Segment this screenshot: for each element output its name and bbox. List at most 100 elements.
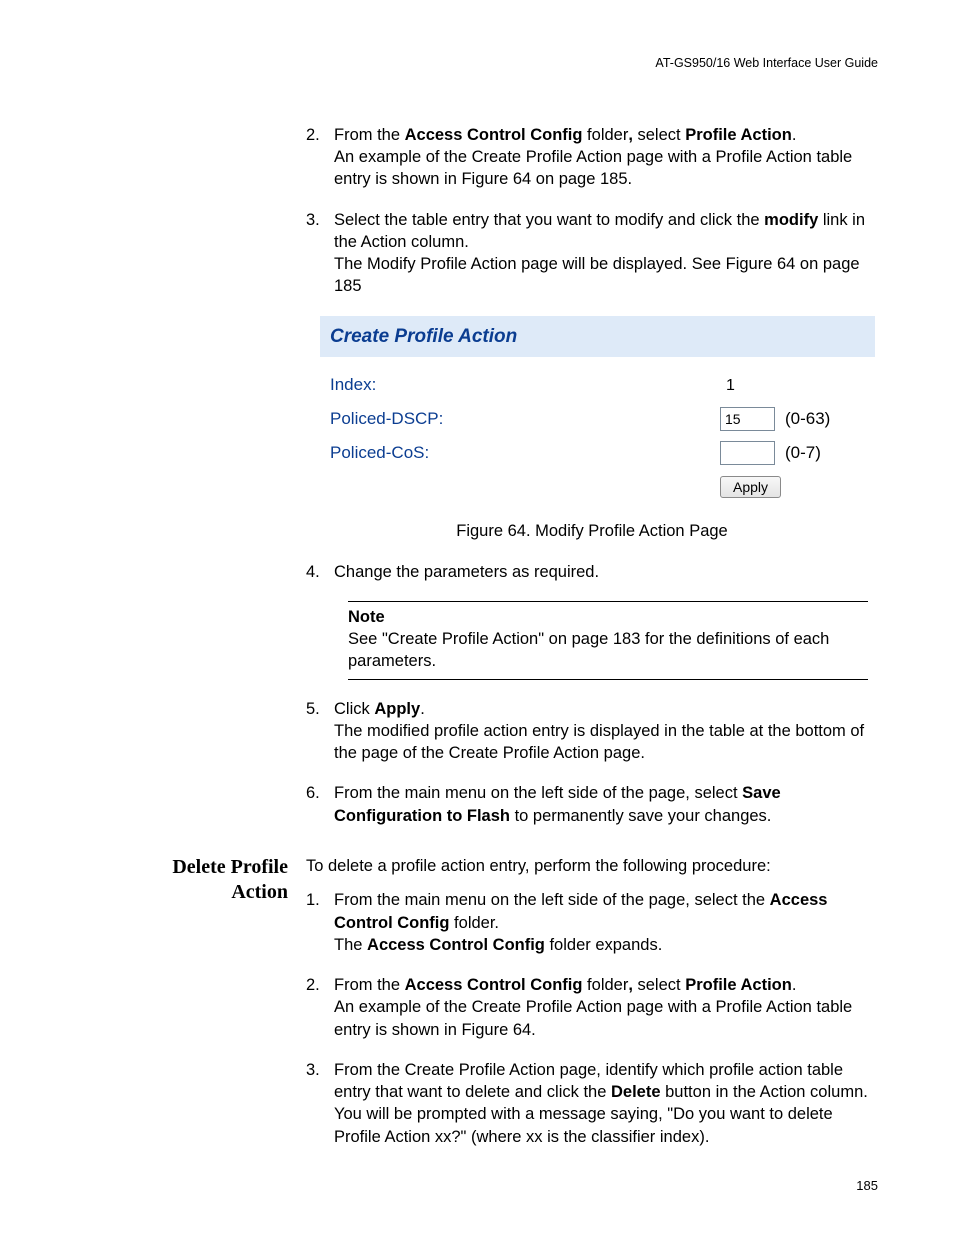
page: AT-GS950/16 Web Interface User Guide 2. … — [0, 0, 954, 1235]
panel-button-row: Apply — [320, 470, 875, 502]
step-4: 4. Change the parameters as required. — [306, 561, 878, 583]
text: . — [792, 976, 797, 994]
label-index: Index: — [330, 374, 630, 397]
note-block: Note See "Create Profile Action" on page… — [348, 601, 868, 680]
text: The — [334, 936, 367, 954]
text: . — [792, 126, 797, 144]
text: Select the table entry that you want to … — [334, 211, 764, 229]
bold: Profile Action — [685, 126, 792, 144]
bold: Apply — [374, 700, 420, 718]
step-body: From the Access Control Config folder, s… — [334, 124, 878, 191]
step-followup: The Access Control Config folder expands… — [334, 934, 878, 956]
bold: Access Control Config — [405, 126, 583, 144]
heading-line1: Delete Profile — [172, 856, 288, 878]
value-area-dscp: (0-63) — [630, 407, 865, 431]
value-area-cos: (0-7) — [630, 441, 865, 465]
text: folder expands. — [545, 936, 662, 954]
side-column — [76, 124, 306, 845]
figure-caption: Figure 64. Modify Profile Action Page — [306, 520, 878, 542]
text: select — [638, 976, 686, 994]
step-number: 2. — [306, 124, 334, 191]
row-index: Index: 1 — [320, 369, 875, 402]
procedure-list-1c: 5. Click Apply. The modified profile act… — [306, 698, 878, 827]
create-profile-action-panel: Create Profile Action Index: 1 Policed-D… — [320, 316, 875, 503]
row-policed-dscp: Policed-DSCP: (0-63) — [320, 402, 875, 436]
step-2: 2. From the Access Control Config folder… — [306, 974, 878, 1041]
bold: Access Control Config — [405, 976, 583, 994]
procedure-list-2: 1. From the main menu on the left side o… — [306, 889, 878, 1148]
index-value: 1 — [720, 375, 735, 397]
bold-comma: , — [628, 126, 637, 144]
step-body: From the Access Control Config folder, s… — [334, 974, 878, 1041]
body-columns: 2. From the Access Control Config folder… — [76, 124, 878, 845]
section-delete-profile-action: Delete Profile Action To delete a profil… — [76, 855, 878, 1166]
step-number: 2. — [306, 974, 334, 1041]
step-6: 6. From the main menu on the left side o… — [306, 782, 878, 827]
step-number: 4. — [306, 561, 334, 583]
panel-title: Create Profile Action — [320, 316, 875, 358]
running-head: AT-GS950/16 Web Interface User Guide — [76, 55, 878, 72]
text: folder — [582, 976, 628, 994]
main-column: 2. From the Access Control Config folder… — [306, 124, 878, 845]
text: From the — [334, 126, 405, 144]
bold-comma: , — [628, 976, 637, 994]
text: From the — [334, 976, 405, 994]
side-column: Delete Profile Action — [76, 855, 306, 1166]
text: From the main menu on the left side of t… — [334, 891, 770, 909]
policed-dscp-input[interactable] — [720, 407, 775, 431]
step-3: 3. From the Create Profile Action page, … — [306, 1059, 878, 1148]
step-followup: The modified profile action entry is dis… — [334, 720, 878, 765]
policed-cos-input[interactable] — [720, 441, 775, 465]
label-policed-cos: Policed-CoS: — [330, 442, 630, 465]
step-1: 1. From the main menu on the left side o… — [306, 889, 878, 956]
step-followup: An example of the Create Profile Action … — [334, 146, 878, 191]
step-number: 3. — [306, 1059, 334, 1148]
text: From the main menu on the left side of t… — [334, 784, 742, 802]
page-number: 185 — [856, 1177, 878, 1195]
step-followup: The Modify Profile Action page will be d… — [334, 253, 878, 298]
text: Click — [334, 700, 374, 718]
label-policed-dscp: Policed-DSCP: — [330, 408, 630, 431]
step-body: From the main menu on the left side of t… — [334, 889, 878, 956]
apply-button[interactable]: Apply — [720, 476, 781, 498]
note-rule-bottom — [348, 679, 868, 680]
procedure-list-1: 2. From the Access Control Config folder… — [306, 124, 878, 298]
dscp-range: (0-63) — [785, 408, 830, 431]
spacer — [330, 476, 720, 498]
step-number: 1. — [306, 889, 334, 956]
step-3: 3. Select the table entry that you want … — [306, 209, 878, 298]
step-number: 3. — [306, 209, 334, 298]
section-intro: To delete a profile action entry, perfor… — [306, 855, 878, 877]
text: button in the Action column. — [661, 1083, 868, 1101]
procedure-list-1b: 4. Change the parameters as required. — [306, 561, 878, 583]
row-policed-cos: Policed-CoS: (0-7) — [320, 436, 875, 470]
step-body: Change the parameters as required. — [334, 561, 878, 583]
heading-line2: Action — [231, 881, 288, 903]
note-body: See "Create Profile Action" on page 183 … — [348, 628, 868, 673]
step-body: Click Apply. The modified profile action… — [334, 698, 878, 765]
text: to permanently save your changes. — [510, 807, 771, 825]
text: . — [420, 700, 425, 718]
step-followup: You will be prompted with a message sayi… — [334, 1103, 878, 1148]
step-number: 6. — [306, 782, 334, 827]
value-area-index: 1 — [630, 375, 865, 397]
side-heading: Delete Profile Action — [76, 855, 306, 905]
step-5: 5. Click Apply. The modified profile act… — [306, 698, 878, 765]
step-body: From the Create Profile Action page, ide… — [334, 1059, 878, 1148]
note-rule-top — [348, 601, 868, 602]
text: folder. — [449, 914, 499, 932]
step-2: 2. From the Access Control Config folder… — [306, 124, 878, 191]
bold: Profile Action — [685, 976, 792, 994]
cos-range: (0-7) — [785, 442, 821, 465]
step-body: Select the table entry that you want to … — [334, 209, 878, 298]
bold: Access Control Config — [367, 936, 545, 954]
text: select — [638, 126, 686, 144]
note-title: Note — [348, 606, 868, 628]
main-column: To delete a profile action entry, perfor… — [306, 855, 878, 1166]
step-body: From the main menu on the left side of t… — [334, 782, 878, 827]
bold: Delete — [611, 1083, 661, 1101]
text: folder — [582, 126, 628, 144]
step-followup: An example of the Create Profile Action … — [334, 996, 878, 1041]
step-number: 5. — [306, 698, 334, 765]
bold: modify — [764, 211, 818, 229]
